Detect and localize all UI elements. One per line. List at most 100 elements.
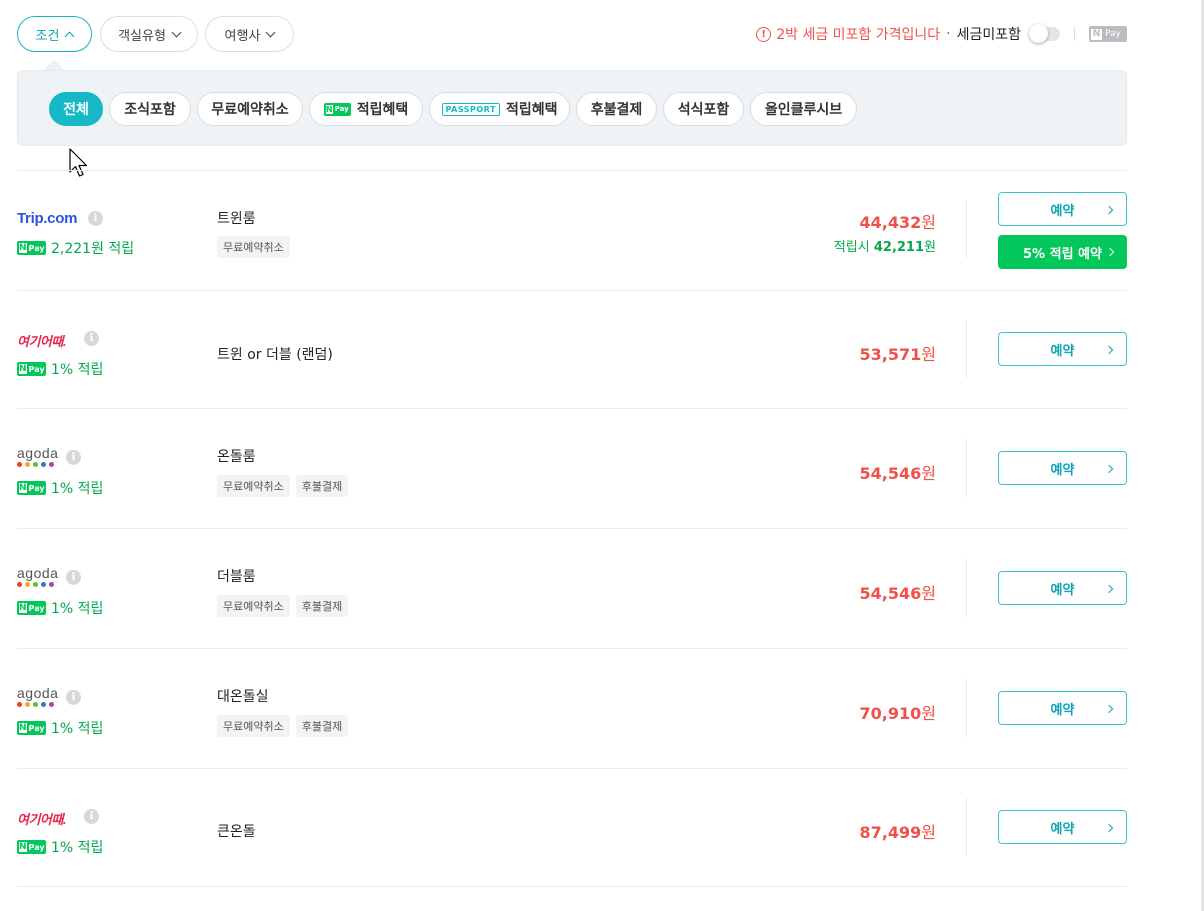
tag: 무료예약취소: [217, 236, 290, 258]
agoda-logo: agoda: [17, 446, 58, 467]
room-price: 87,499원: [859, 823, 936, 842]
reserve-button[interactable]: 예약: [998, 192, 1127, 226]
tax-exclusion-toggle[interactable]: [1029, 24, 1060, 43]
npay-icon: N Pay: [17, 241, 46, 255]
tag: 후불결제: [295, 715, 349, 737]
reserve-button[interactable]: 예약: [998, 451, 1127, 485]
column-divider: [966, 320, 967, 378]
reserve-button[interactable]: 예약: [998, 332, 1127, 366]
tag: 무료예약취소: [217, 475, 290, 497]
npay-badge-icon: N Pay: [323, 102, 351, 116]
point-text: 2,221원 적립: [51, 241, 135, 257]
accumulated-price: 적립시 42,211원: [833, 240, 936, 255]
npay-icon: N Pay: [17, 362, 46, 376]
offer-row: agoda i N Pay 1% 적립 온돌룸 무료예약취소 후불결제 54,54…: [17, 409, 1127, 527]
condition-filter-label: 조건: [35, 28, 60, 44]
chevron-down-icon: [171, 27, 182, 37]
room-price: 44,432원: [859, 213, 936, 232]
tag: 후불결제: [295, 475, 349, 497]
tag: 무료예약취소: [217, 715, 290, 737]
offer-row: agoda i N Pay 1% 적립 더블룸 무료예약취소 후불결제 54,54…: [17, 529, 1127, 647]
tax-warning-text: 2박 세금 미포함 가격입니다: [776, 27, 941, 43]
chevron-down-icon: [265, 27, 276, 37]
room-tags: 무료예약취소 후불결제: [217, 475, 349, 497]
npay-point: N Pay 1% 적립: [17, 478, 103, 498]
agoda-logo: agoda: [17, 686, 58, 707]
chip-breakfast-included[interactable]: 조식포함: [109, 92, 191, 126]
npay-reward-reserve-button[interactable]: 5% 적립 예약: [998, 235, 1127, 269]
offer-row: Trip.com i N Pay 2,221원 적립 트윈룸 무료예약취소 44,…: [17, 171, 1127, 289]
room-name: 트윈 or 더블 (랜덤): [217, 347, 333, 363]
chevron-right-icon: [1104, 584, 1114, 594]
room-name: 온돌룸: [217, 449, 256, 465]
chip-dinner-included[interactable]: 석식포함: [663, 92, 744, 126]
chip-all-inclusive[interactable]: 올인클루시브: [750, 92, 857, 126]
info-icon[interactable]: i: [66, 690, 81, 705]
reserve-button[interactable]: 예약: [998, 810, 1127, 844]
npay-icon: N Pay: [17, 721, 46, 735]
room-name: 큰온돌: [217, 824, 256, 840]
column-divider: [966, 679, 967, 737]
divider: [1074, 27, 1075, 41]
room-price: 70,910원: [859, 704, 936, 723]
info-icon[interactable]: i: [88, 211, 103, 226]
condition-panel: 전체 조식포함 무료예약취소 N Pay 적립혜택 PASSPORT 적립혜택 후…: [17, 70, 1127, 146]
room-name: 대온돌실: [217, 689, 269, 705]
room-type-filter-button[interactable]: 객실유형: [100, 16, 198, 52]
warning-icon: !: [756, 26, 772, 42]
room-tags: 무료예약취소 후불결제: [217, 595, 349, 617]
chevron-up-icon: [65, 31, 75, 41]
npay-point: N Pay 1% 적립: [17, 718, 103, 738]
npay-point: N Pay 1% 적립: [17, 837, 103, 857]
column-divider: [966, 798, 967, 856]
condition-filter-button[interactable]: 조건: [17, 16, 92, 52]
tag: 후불결제: [295, 595, 349, 617]
info-icon[interactable]: i: [66, 450, 81, 465]
chip-npay-rewards[interactable]: N Pay 적립혜택: [309, 92, 423, 126]
point-text: 1% 적립: [51, 721, 104, 737]
chip-free-cancellation[interactable]: 무료예약취소: [197, 92, 303, 126]
room-name: 더블룸: [217, 569, 256, 585]
agoda-dots-icon: [17, 582, 58, 587]
chevron-right-icon: [1104, 205, 1114, 215]
chevron-right-icon: [1104, 345, 1114, 355]
toggle-knob: [1029, 24, 1048, 43]
filter-bar: 조건 객실유형 여행사 ! 2박 세금 미포함 가격입니다 · 세금미포함 N …: [17, 16, 1127, 52]
agoda-dots-icon: [17, 462, 58, 467]
info-icon[interactable]: i: [84, 331, 99, 346]
passport-badge-icon: PASSPORT: [441, 102, 500, 116]
offer-row: 여기어때. i N Pay 1% 적립 큰온돌 87,499원 예약: [17, 769, 1127, 887]
npay-icon: N Pay: [17, 481, 46, 495]
point-text: 1% 적립: [51, 601, 104, 617]
chevron-right-icon: [1104, 823, 1114, 833]
travel-agency-filter-label: 여행사: [224, 28, 261, 44]
room-price: 54,546원: [859, 584, 936, 603]
chip-pay-later[interactable]: 후불결제: [576, 92, 657, 126]
chip-all[interactable]: 전체: [49, 92, 103, 126]
tag: 무료예약취소: [217, 595, 290, 617]
travel-agency-filter-button[interactable]: 여행사: [205, 16, 294, 52]
room-price: 53,571원: [859, 345, 936, 364]
point-text: 1% 적립: [51, 362, 104, 378]
column-divider: [966, 439, 967, 497]
column-divider: [966, 559, 967, 617]
yeogi-logo: 여기어때.: [17, 812, 66, 827]
point-text: 1% 적립: [51, 840, 104, 856]
npay-point: N Pay 1% 적립: [17, 359, 103, 379]
reserve-button[interactable]: 예약: [998, 691, 1127, 725]
room-type-filter-label: 객실유형: [118, 28, 166, 44]
npay-logo-icon: N Pay: [1089, 26, 1127, 42]
column-divider: [966, 200, 967, 258]
npay-icon: N Pay: [17, 840, 46, 854]
info-icon[interactable]: i: [66, 570, 81, 585]
room-name: 트윈룸: [217, 211, 256, 227]
room-tags: 무료예약취소 후불결제: [217, 715, 349, 737]
chevron-right-icon: [1105, 247, 1115, 257]
info-icon[interactable]: i: [84, 809, 99, 824]
reserve-button[interactable]: 예약: [998, 571, 1127, 605]
offer-row: 여기어때. i N Pay 1% 적립 트윈 or 더블 (랜덤) 53,571원…: [17, 291, 1127, 409]
tripcom-logo: Trip.com: [17, 210, 78, 227]
tax-notice: ! 2박 세금 미포함 가격입니다 · 세금미포함 N Pay: [756, 16, 1127, 52]
point-text: 1% 적립: [51, 481, 104, 497]
chip-passport-rewards[interactable]: PASSPORT 적립혜택: [429, 92, 570, 126]
